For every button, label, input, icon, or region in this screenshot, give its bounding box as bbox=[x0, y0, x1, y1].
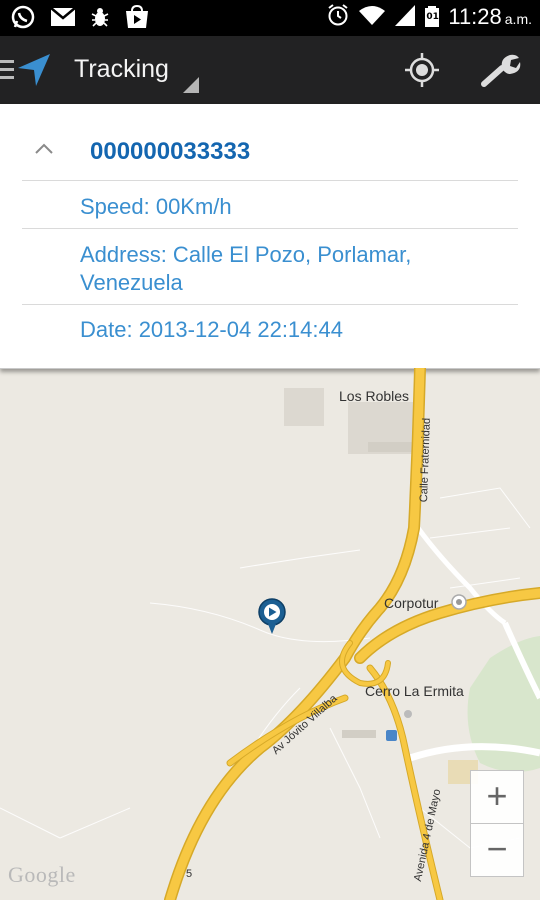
zoom-out-button[interactable]: − bbox=[470, 823, 524, 877]
spinner-indicator-icon[interactable] bbox=[183, 77, 199, 93]
google-attribution: Google bbox=[8, 862, 76, 887]
chevron-up-icon[interactable] bbox=[34, 140, 54, 159]
alarm-icon bbox=[326, 3, 350, 31]
gmail-icon bbox=[50, 6, 76, 32]
device-id: 000000033333 bbox=[90, 138, 251, 165]
status-bar: 01 11:28 a.m. bbox=[0, 0, 540, 36]
wifi-icon bbox=[358, 3, 386, 31]
locate-icon[interactable] bbox=[403, 51, 441, 93]
navigation-arrow-icon[interactable] bbox=[16, 52, 52, 92]
calendar-icon: 01 bbox=[424, 6, 440, 28]
divider bbox=[22, 180, 518, 181]
app-title[interactable]: Tracking bbox=[74, 55, 169, 84]
zoom-in-button[interactable]: + bbox=[470, 770, 524, 824]
speed-text: Speed: 00Km/h bbox=[80, 194, 232, 219]
settings-wrench-icon[interactable] bbox=[480, 50, 522, 94]
address-text: Address: Calle El Pozo, Porlamar, Venezu… bbox=[80, 242, 412, 295]
calendar-day: 01 bbox=[426, 12, 439, 22]
map-view[interactable]: Los Robles Corpotur Cerro La Ermita Call… bbox=[0, 368, 540, 900]
device-header-row[interactable]: 000000033333 bbox=[0, 104, 540, 180]
divider bbox=[22, 304, 518, 305]
road-label: 5 bbox=[186, 868, 193, 880]
device-info-card: 000000033333 Speed: 00Km/h Address: Call… bbox=[0, 104, 540, 369]
place-label: Los Robles bbox=[339, 388, 410, 404]
divider bbox=[22, 228, 518, 229]
whatsapp-icon bbox=[10, 4, 36, 34]
action-bar: Tracking bbox=[0, 36, 540, 104]
place-label: Cerro La Ermita bbox=[365, 683, 464, 699]
place-label: Corpotur bbox=[384, 595, 439, 611]
status-time: 11:28 a.m. bbox=[448, 4, 532, 29]
menu-icon[interactable] bbox=[0, 59, 14, 85]
bug-icon bbox=[90, 6, 110, 32]
date-text: Date: 2013-12-04 22:14:44 bbox=[80, 317, 343, 342]
play-store-icon bbox=[124, 4, 150, 33]
signal-icon bbox=[394, 3, 416, 31]
